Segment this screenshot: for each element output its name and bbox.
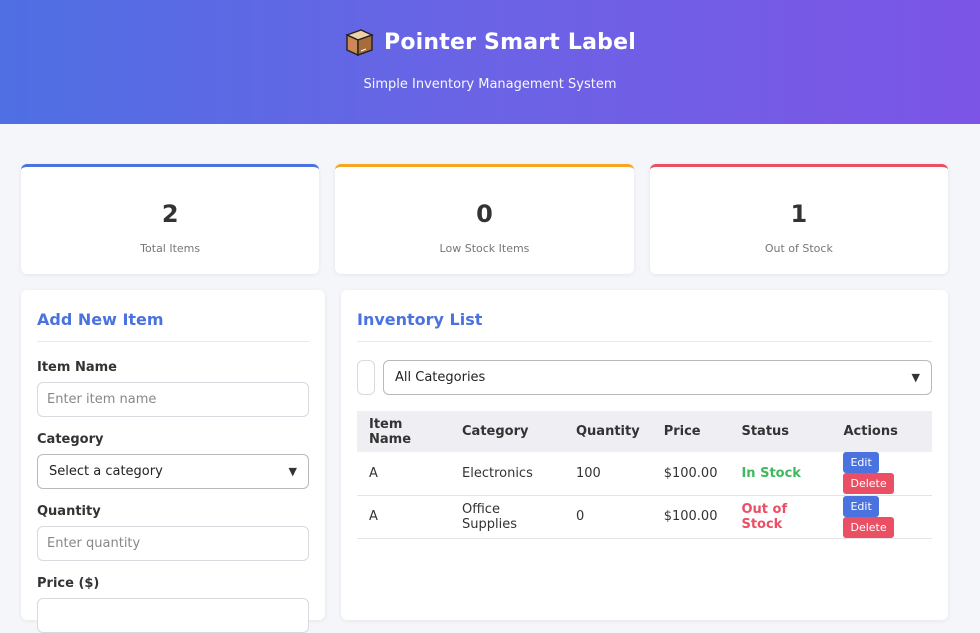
add-item-title: Add New Item xyxy=(37,310,309,342)
item-name-label: Item Name xyxy=(37,360,117,375)
category-label: Category xyxy=(37,432,104,447)
status-badge: Out of Stock xyxy=(729,495,832,539)
cell-actions: Edit Delete xyxy=(831,452,932,496)
app-title: Pointer Smart Label xyxy=(384,29,636,55)
app-subtitle: Simple Inventory Management System xyxy=(363,77,617,92)
search-input[interactable] xyxy=(357,360,375,395)
header-title-row: Pointer Smart Label xyxy=(0,27,980,57)
cell-category: Electronics xyxy=(450,452,564,496)
cell-item-name: A xyxy=(357,495,450,539)
price-field: Price ($) xyxy=(37,576,309,633)
inventory-panel: Inventory List All Categories ▼ Item Nam… xyxy=(341,290,948,620)
edit-button[interactable]: Edit xyxy=(843,495,879,517)
category-filter-select[interactable]: All Categories ▼ xyxy=(383,360,932,395)
cell-price: $100.00 xyxy=(651,495,730,539)
price-input[interactable] xyxy=(37,598,309,633)
cell-category: Office Supplies xyxy=(450,495,564,539)
chevron-down-icon: ▼ xyxy=(288,465,297,478)
quantity-label: Quantity xyxy=(37,504,101,519)
table-header-row: Item Name Category Quantity Price Status… xyxy=(357,411,932,452)
inventory-table: Item Name Category Quantity Price Status… xyxy=(357,411,932,539)
category-select[interactable]: Select a category ▼ xyxy=(37,454,309,489)
table-row: A Electronics 100 $100.00 In Stock Edit … xyxy=(357,452,932,496)
stat-label: Total Items xyxy=(140,242,201,255)
quantity-field: Quantity Enter quantity xyxy=(37,504,309,561)
stat-card-total: 2 Total Items xyxy=(21,164,320,274)
filters-row: All Categories ▼ xyxy=(357,360,932,395)
category-selected-value: Select a category xyxy=(49,464,163,479)
item-name-input[interactable]: Enter item name xyxy=(37,382,309,417)
column-header: Actions xyxy=(843,424,898,439)
add-item-panel: Add New Item Item Name Enter item name C… xyxy=(21,290,325,633)
stat-label: Out of Stock xyxy=(764,242,833,255)
stats-row: 2 Total Items 0 Low Stock Items 1 Out of… xyxy=(21,164,948,274)
app-header: Pointer Smart Label Simple Inventory Man… xyxy=(0,0,980,124)
cell-actions: Edit Delete xyxy=(831,495,932,539)
category-filter-value: All Categories xyxy=(395,370,486,385)
column-header: Price xyxy=(663,424,701,439)
cell-quantity: 0 xyxy=(564,495,652,539)
stat-value: 1 xyxy=(790,200,808,228)
delete-button[interactable]: Delete xyxy=(843,516,894,538)
table-row: A Office Supplies 0 $100.00 Out of Stock… xyxy=(357,495,932,539)
stat-label: Low Stock Items xyxy=(439,242,530,255)
column-header: Category xyxy=(462,424,529,439)
column-header: Quantity xyxy=(576,424,640,439)
item-name-field: Item Name Enter item name xyxy=(37,360,309,417)
cell-quantity: 100 xyxy=(564,452,652,496)
column-header: Item Name xyxy=(369,416,412,447)
edit-button[interactable]: Edit xyxy=(843,452,879,474)
stat-value: 2 xyxy=(161,200,179,228)
inventory-title: Inventory List xyxy=(357,310,932,342)
stat-card-low-stock: 0 Low Stock Items xyxy=(335,164,634,274)
quantity-input[interactable]: Enter quantity xyxy=(37,526,309,561)
cell-price: $100.00 xyxy=(651,452,730,496)
category-field: Category Select a category ▼ xyxy=(37,432,309,489)
price-label: Price ($) xyxy=(37,576,100,591)
stat-card-out-of-stock: 1 Out of Stock xyxy=(649,164,948,274)
cell-item-name: A xyxy=(357,452,450,496)
column-header: Status xyxy=(741,424,790,439)
chevron-down-icon: ▼ xyxy=(911,371,920,384)
status-badge: In Stock xyxy=(729,452,832,496)
package-icon xyxy=(345,29,374,57)
delete-button[interactable]: Delete xyxy=(843,473,894,495)
stat-value: 0 xyxy=(476,200,493,228)
